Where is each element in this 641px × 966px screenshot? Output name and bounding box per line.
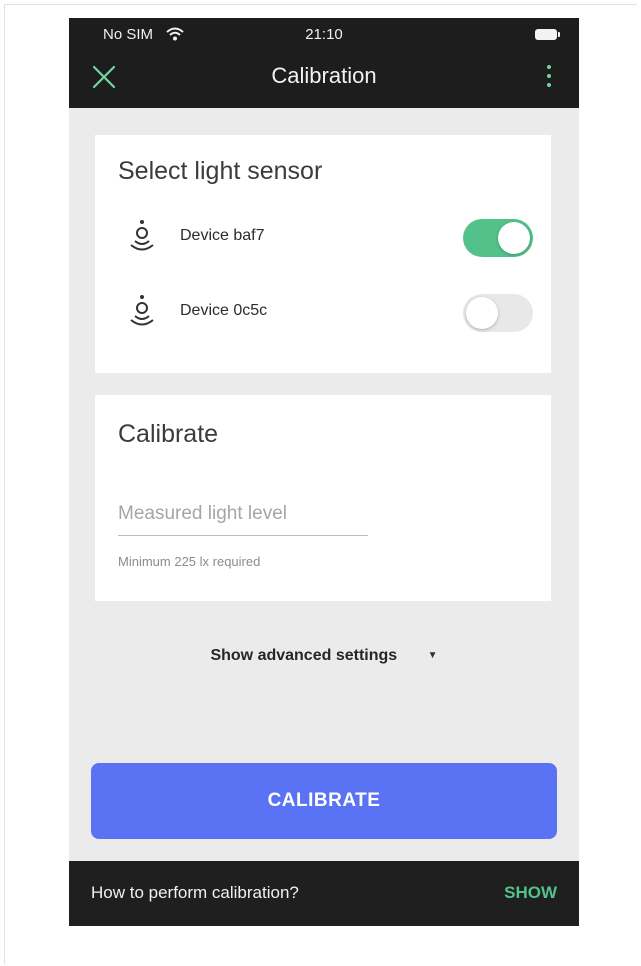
snackbar-show-button[interactable]: SHOW [504, 883, 557, 903]
chevron-down-icon: ▼ [427, 650, 438, 661]
sensor-select-card: Select light sensor Device baf7 Device 0… [95, 135, 551, 373]
light-sensor-icon [130, 220, 154, 251]
status-time: 21:10 [305, 26, 343, 43]
light-level-field [118, 495, 368, 536]
device-row-0c5c: Device 0c5c [95, 290, 551, 334]
sensor-card-title: Select light sensor [118, 157, 323, 185]
light-level-input[interactable] [118, 503, 368, 525]
light-sensor-icon [130, 295, 154, 326]
more-vert-icon[interactable] [545, 65, 553, 89]
device-name: Device 0c5c [180, 302, 268, 319]
toggle-knob [466, 297, 498, 329]
phone-screen: No SIM 21:10 Calibration Select light se… [69, 18, 579, 926]
calibrate-card-title: Calibrate [118, 420, 219, 448]
calibrate-card: Calibrate Minimum 225 lx required [95, 395, 551, 601]
page-title: Calibration [271, 63, 377, 88]
snackbar-text: How to perform calibration? [91, 883, 299, 902]
device-toggle-0c5c[interactable] [463, 294, 533, 332]
help-snackbar: How to perform calibration? SHOW [69, 861, 579, 926]
helper-text: Minimum 225 lx required [118, 554, 261, 569]
advanced-settings-toggle[interactable]: Show advanced settings ▼ [69, 647, 579, 665]
device-name: Device baf7 [180, 227, 265, 244]
app-bar: No SIM 21:10 Calibration [69, 18, 579, 108]
calibrate-button[interactable]: CALIBRATE [91, 763, 557, 839]
device-row-baf7: Device baf7 [95, 215, 551, 259]
device-toggle-baf7[interactable] [463, 219, 533, 257]
advanced-settings-label: Show advanced settings [210, 647, 398, 664]
toggle-knob [498, 222, 530, 254]
battery-icon [535, 29, 560, 40]
